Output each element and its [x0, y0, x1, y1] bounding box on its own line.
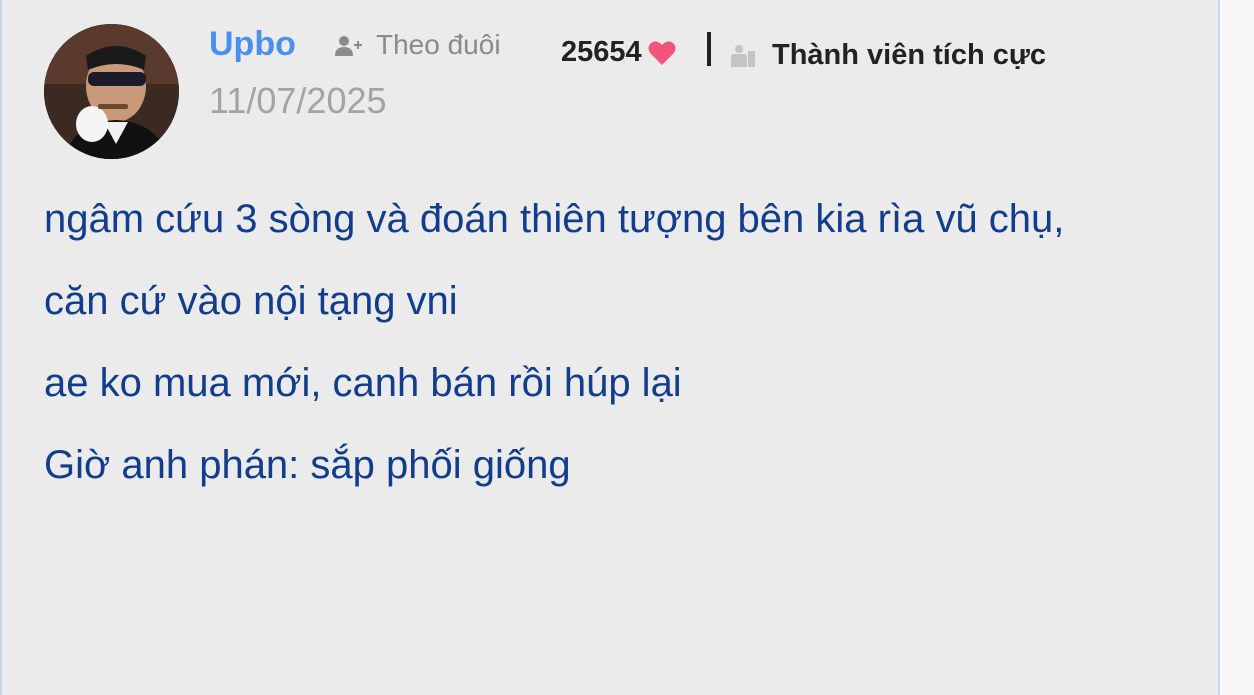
member-badge-icon: [730, 42, 756, 68]
heart-icon: [648, 39, 676, 65]
author-username[interactable]: Upbo: [209, 24, 296, 64]
post-paragraph: Giờ anh phán: sắp phối giống: [44, 443, 571, 487]
post-body: ngâm cứu 3 sòng và đoán thiên tượng bên …: [44, 192, 1164, 520]
member-rank-label: Thành viên tích cực: [772, 39, 1046, 71]
page-gutter: [1222, 0, 1254, 695]
author-avatar[interactable]: [44, 24, 179, 159]
post-paragraph: ngâm cứu 3 sòng và đoán thiên tượng bên …: [44, 197, 1065, 241]
stats-divider: [707, 32, 711, 66]
post-paragraph: ae ko mua mới, canh bán rồi húp lại: [44, 361, 682, 405]
post-paragraph: căn cứ vào nội tạng vni: [44, 279, 458, 323]
member-rank: Thành viên tích cực: [730, 37, 1046, 73]
avatar-image: [44, 24, 179, 159]
post-date: 11/07/2025: [209, 80, 387, 121]
likes-value: 25654: [561, 36, 642, 68]
likes-count: 25654: [561, 34, 676, 70]
follow-button[interactable]: Theo đuôi: [334, 29, 501, 61]
post-card: Upbo Theo đuôi 11/07/2025 25654 Thành vi…: [0, 0, 1220, 695]
follow-label: Theo đuôi: [376, 29, 501, 60]
user-plus-icon: [334, 33, 362, 57]
